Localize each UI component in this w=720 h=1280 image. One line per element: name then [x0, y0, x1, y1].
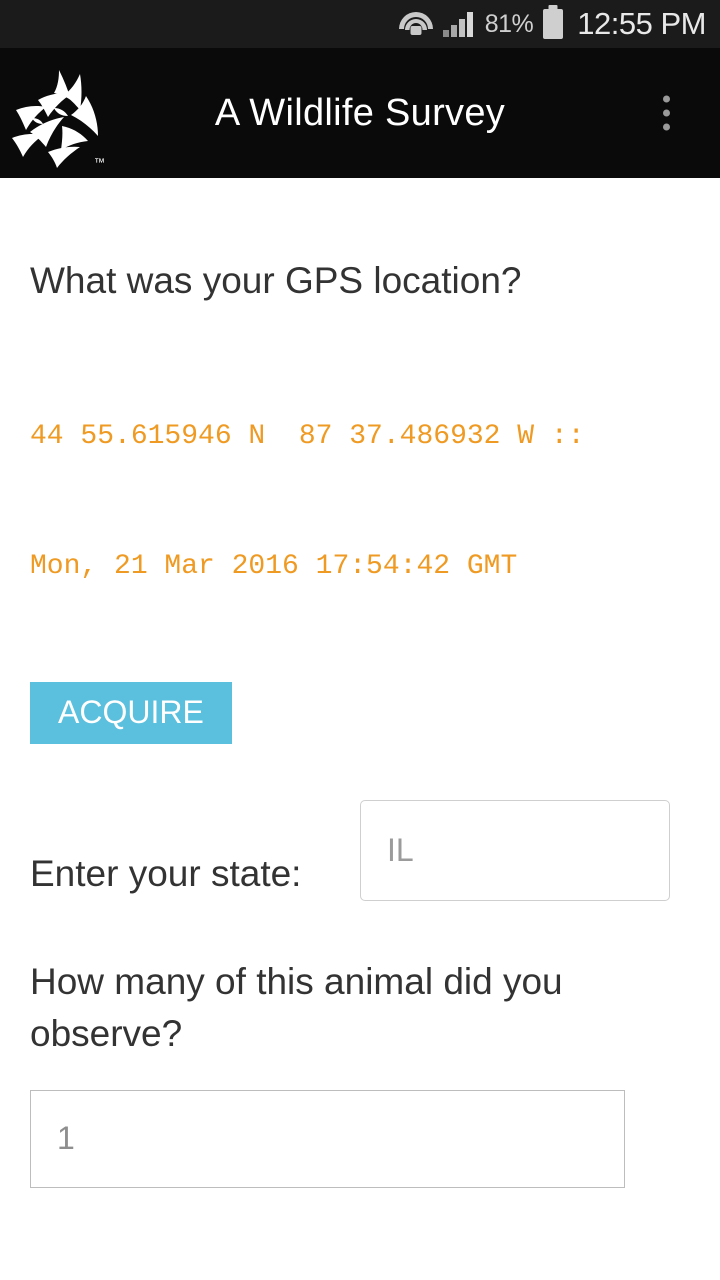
gps-question-label: What was your GPS location?: [30, 260, 522, 301]
app-root: 81% 12:55 PM ™ A Wildlife Survey What wa…: [0, 0, 720, 1280]
survey-form: What was your GPS location? 44 55.615946…: [0, 255, 720, 1280]
status-bar: 81% 12:55 PM: [0, 0, 720, 48]
gps-timestamp-line: Mon, 21 Mar 2016 17:54:42 GMT: [30, 551, 518, 583]
animal-count-question-label: How many of this animal did you observe?: [30, 960, 563, 1055]
status-bar-clock: 12:55 PM: [577, 6, 706, 41]
cellular-signal-icon: [442, 11, 475, 37]
app-bar: ™ A Wildlife Survey: [0, 48, 720, 178]
animal-count-input[interactable]: [30, 1089, 625, 1188]
acquire-button[interactable]: ACQUIRE: [30, 681, 232, 744]
gps-coordinates-line: 44 55.615946 N 87 37.486932 W ::: [30, 421, 585, 453]
state-combobox[interactable]: [360, 799, 670, 901]
overflow-menu-icon[interactable]: [657, 90, 676, 137]
state-input[interactable]: [361, 800, 669, 900]
gps-readout: 44 55.615946 N 87 37.486932 W :: Mon, 21…: [30, 329, 690, 676]
state-field-row: Enter your state:: [30, 799, 690, 910]
wifi-icon: [398, 11, 433, 37]
battery-percent-label: 81%: [484, 9, 534, 38]
svg-text:™: ™: [94, 157, 105, 169]
state-label: Enter your state:: [30, 852, 302, 894]
page-title: A Wildlife Survey: [214, 91, 506, 134]
battery-icon: [543, 9, 564, 39]
